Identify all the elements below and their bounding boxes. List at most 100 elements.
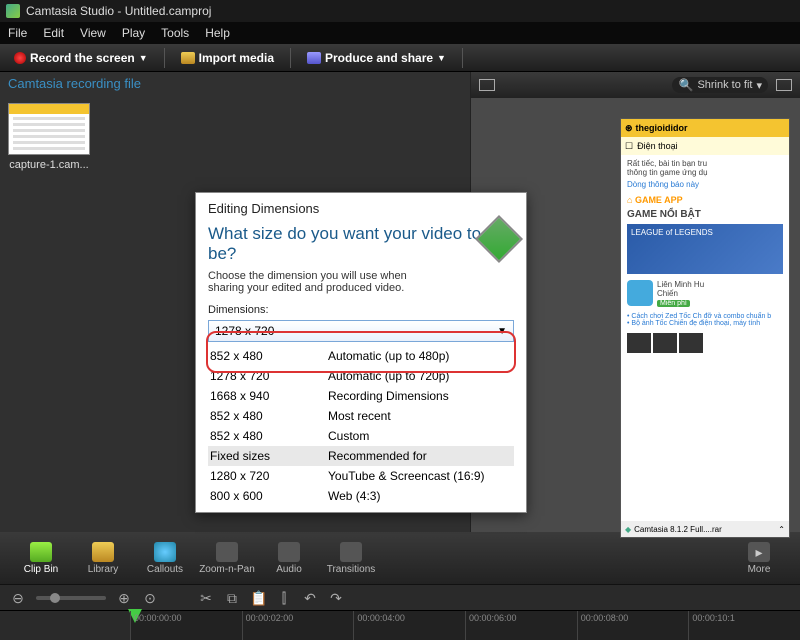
pv-link: Dòng thông báo này (627, 180, 783, 189)
title-bar: Camtasia Studio - Untitled.camproj (0, 0, 800, 22)
preview-toolbar: 🔍 Shrink to fit ▾ (471, 72, 800, 98)
timeline-ruler[interactable]: 00:00:00:0000:00:02:0000:00:04:0000:00:0… (130, 611, 800, 640)
pv-text: Rất tiếc, bài tin bạn tru (627, 159, 783, 168)
app-logo-icon (6, 4, 20, 18)
option-size: 800 x 600 (208, 489, 328, 503)
menu-play[interactable]: Play (122, 26, 145, 40)
tab-zoom-pan[interactable]: Zoom-n-Pan (196, 542, 258, 575)
zoom-fit-icon[interactable]: ⊙ (142, 590, 158, 606)
dimension-option[interactable]: 800 x 600Web (4:3) (208, 486, 514, 506)
dimension-option[interactable]: 1668 x 940Recording Dimensions (208, 386, 514, 406)
zoom-control[interactable]: 🔍 Shrink to fit ▾ (672, 77, 768, 93)
dimensions-label: Dimensions: (196, 302, 526, 318)
copy-icon[interactable]: ⧉ (224, 590, 240, 606)
clip-bin-header: Camtasia recording file (0, 72, 470, 95)
pv-download-bar: Camtasia 8.1.2 Full....rar ⌃ (621, 521, 789, 537)
folder-icon (181, 52, 195, 64)
clip-bin-icon (30, 542, 52, 562)
option-desc: Automatic (up to 480p) (328, 349, 514, 363)
dimensions-options-list: 852 x 480Automatic (up to 480p)1278 x 72… (208, 346, 514, 506)
zoom-in-icon[interactable]: ⊕ (116, 590, 132, 606)
pv-thumbs (627, 333, 783, 353)
record-icon (14, 52, 26, 64)
timeline-tick: 00:00:06:00 (465, 611, 577, 640)
dimension-option[interactable]: 1280 x 720YouTube & Screencast (16:9) (208, 466, 514, 486)
clip-label: capture-1.cam... (8, 159, 90, 171)
clip-thumbnail (8, 103, 90, 155)
timeline-tick: 00:00:10:1 (688, 611, 800, 640)
timeline-controls: ⊖ ⊕ ⊙ ✂ ⧉ 📋 ⫿ ↶ ↷ (0, 584, 800, 610)
dimensions-select[interactable]: 1278 x 720 ▼ (208, 320, 514, 342)
dialog-subtitle: Choose the dimension you will use when s… (196, 268, 456, 302)
option-desc: Web (4:3) (328, 489, 514, 503)
menu-tools[interactable]: Tools (161, 26, 189, 40)
paste-icon[interactable]: 📋 (250, 590, 266, 606)
produce-caret-icon: ▼ (437, 53, 446, 63)
editing-dimensions-dialog: Editing Dimensions What size do you want… (195, 192, 527, 513)
dimension-option[interactable]: 1278 x 720Automatic (up to 720p) (208, 366, 514, 386)
pv-bullet: Cách chơi Zed Tốc Ch đỡ và combo chuẩn b (627, 313, 783, 320)
main-toolbar: Record the screen ▼ Import media Produce… (0, 44, 800, 72)
record-label: Record the screen (30, 51, 135, 65)
produce-share-button[interactable]: Produce and share ▼ (299, 49, 454, 67)
option-size: 852 x 480 (208, 349, 328, 363)
timeline-tick: 00:00:02:00 (242, 611, 354, 640)
option-size: 852 x 480 (208, 429, 328, 443)
cut-icon[interactable]: ✂ (198, 590, 214, 606)
option-size: 852 x 480 (208, 409, 328, 423)
pv-section: GAME APP (627, 195, 783, 205)
pv-bullet: Bộ ảnh Tốc Chiến đẹ điện thoại, máy tính (627, 320, 783, 327)
option-size: 1280 x 720 (208, 469, 328, 483)
pv-heading: GAME NỔI BẬT (627, 209, 783, 220)
option-desc: Automatic (up to 720p) (328, 369, 514, 383)
pv-app-badge: Miễn phí (657, 300, 690, 307)
dimension-option[interactable]: 852 x 480Automatic (up to 480p) (208, 346, 514, 366)
menu-view[interactable]: View (80, 26, 106, 40)
zoom-out-icon[interactable]: ⊖ (10, 590, 26, 606)
record-caret-icon: ▼ (139, 53, 148, 63)
menu-edit[interactable]: Edit (43, 26, 64, 40)
timeline-tick: 00:00:00:00 (130, 611, 242, 640)
option-desc: Custom (328, 429, 514, 443)
pv-status-text: Camtasia 8.1.2 Full....rar (634, 525, 722, 534)
dialog-question-text: What size do you want your video to be? (208, 224, 481, 263)
pv-app-card: Liên Minh Hu Chiến Miễn phí (627, 280, 783, 307)
menu-file[interactable]: File (8, 26, 27, 40)
preview-fullscreen-icon[interactable] (776, 79, 792, 91)
tab-clip-bin[interactable]: Clip Bin (10, 542, 72, 575)
clip-item[interactable]: capture-1.cam... (8, 103, 90, 171)
tab-audio[interactable]: Audio (258, 542, 320, 575)
dimension-option[interactable]: 852 x 480Most recent (208, 406, 514, 426)
audio-icon (278, 542, 300, 562)
option-desc: Recommended for (328, 449, 514, 463)
import-media-button[interactable]: Import media (173, 49, 282, 67)
video-preview: thegioididor Điện thoại Rất tiếc, bài ti… (620, 118, 790, 538)
library-icon (92, 542, 114, 562)
preview-view-icon[interactable] (479, 79, 495, 91)
dimension-option[interactable]: Fixed sizesRecommended for (208, 446, 514, 466)
import-label: Import media (199, 51, 274, 65)
tab-library[interactable]: Library (72, 542, 134, 575)
produce-label: Produce and share (325, 51, 433, 65)
app-icon (627, 280, 653, 306)
option-size: 1668 x 940 (208, 389, 328, 403)
split-icon[interactable]: ⫿ (276, 590, 292, 606)
dimensions-selected-value: 1278 x 720 (215, 324, 274, 338)
chip-icon (475, 215, 523, 263)
menu-bar: File Edit View Play Tools Help (0, 22, 800, 44)
separator (462, 48, 463, 68)
undo-icon[interactable]: ↶ (302, 590, 318, 606)
separator (164, 48, 165, 68)
timeline[interactable]: 00:00:00:0000:00:02:0000:00:04:0000:00:0… (0, 610, 800, 640)
pv-game-card: LEAGUE of LEGENDS (627, 224, 783, 274)
menu-help[interactable]: Help (205, 26, 230, 40)
pv-app-sub: Chiến (657, 289, 704, 298)
option-size: Fixed sizes (208, 449, 328, 463)
tab-callouts[interactable]: Callouts (134, 542, 196, 575)
tab-transitions[interactable]: Transitions (320, 542, 382, 575)
pv-nav: Điện thoại (621, 137, 789, 155)
zoom-slider[interactable] (36, 596, 106, 600)
record-screen-button[interactable]: Record the screen ▼ (6, 49, 156, 67)
redo-icon[interactable]: ↷ (328, 590, 344, 606)
dimension-option[interactable]: 852 x 480Custom (208, 426, 514, 446)
